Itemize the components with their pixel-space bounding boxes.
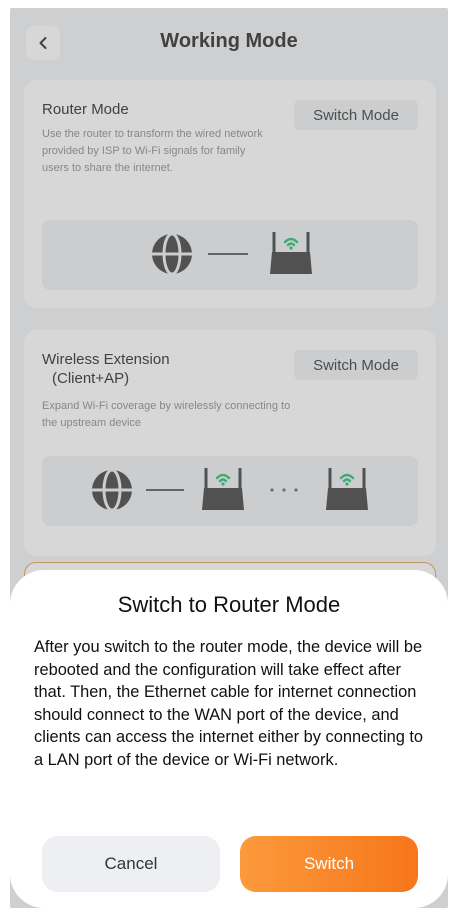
app-screen: Working Mode Router Mode Use the router … [10, 8, 448, 908]
switch-mode-dialog: Switch to Router Mode After you switch t… [10, 570, 448, 908]
dialog-message: After you switch to the router mode, the… [34, 638, 424, 769]
dialog-title: Switch to Router Mode [117, 592, 341, 617]
switch-button[interactable]: Switch [240, 836, 418, 892]
cancel-button[interactable]: Cancel [42, 836, 220, 892]
